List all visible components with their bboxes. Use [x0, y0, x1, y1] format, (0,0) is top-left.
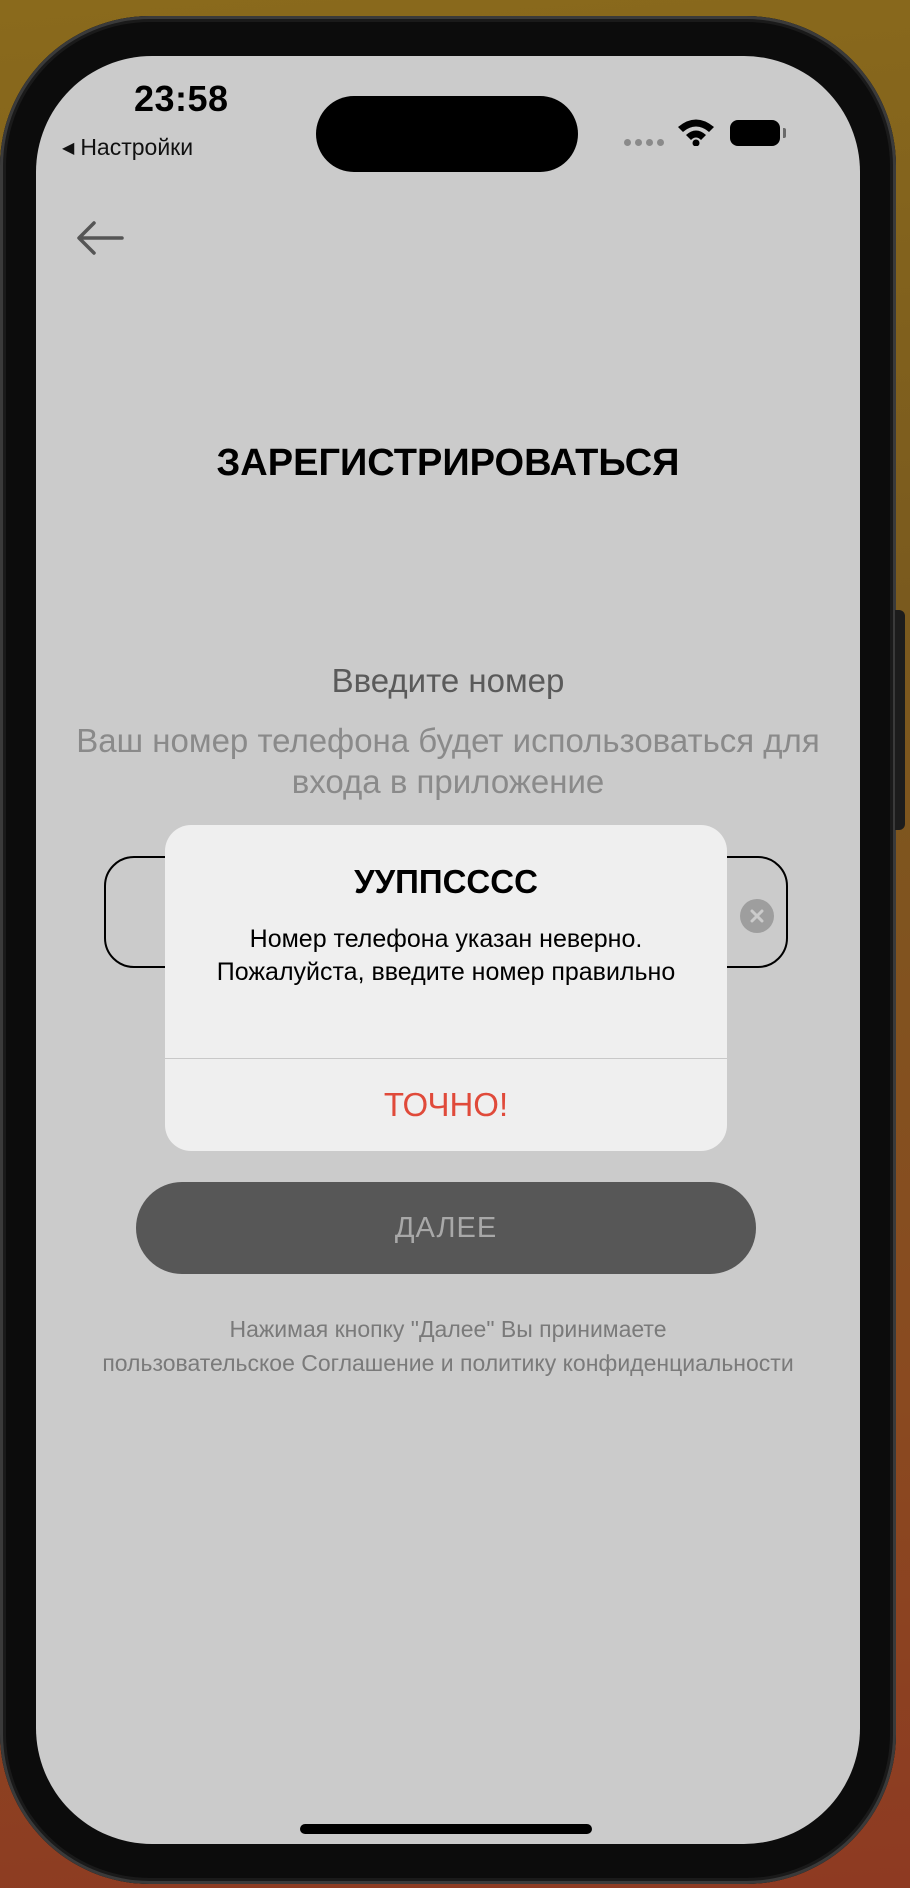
back-triangle-icon: ◀	[62, 139, 75, 157]
battery-icon	[730, 120, 786, 146]
status-time: 23:58	[134, 78, 229, 119]
page-hint: Ваш номер телефона будет использоваться …	[76, 722, 820, 800]
back-to-app-link[interactable]: ◀ Настройки	[62, 134, 193, 161]
clear-circle-icon	[750, 909, 764, 923]
back-to-app-label: Настройки	[80, 134, 194, 160]
next-button[interactable]: ДАЛЕЕ	[136, 1182, 756, 1274]
app-screen: 23:58 ◀ Настройки ЗАРЕГИСТРИРОВАТЬСЯ Вве…	[36, 56, 860, 1844]
arrow-left-icon	[77, 221, 124, 255]
home-indicator[interactable]	[300, 1824, 592, 1834]
cellular-signal-icon	[624, 139, 664, 146]
legal-text-line1: Нажимая кнопку "Далее" Вы принимаете	[229, 1316, 667, 1342]
legal-notice: Нажимая кнопку "Далее" Вы принимаете пол…	[46, 1312, 850, 1380]
wifi-icon	[676, 116, 716, 151]
alert-ok-button[interactable]: ТОЧНО!	[165, 1059, 727, 1151]
alert-title: УУППСССС	[354, 863, 538, 900]
page-title: ЗАРЕГИСТРИРОВАТЬСЯ	[216, 442, 680, 484]
side-button	[895, 610, 905, 830]
dynamic-island	[316, 96, 578, 172]
phone-frame: 23:58 ◀ Настройки ЗАРЕГИСТРИРОВАТЬСЯ Вве…	[0, 16, 896, 1884]
legal-text-line2[interactable]: пользовательское Соглашение и политику к…	[46, 1346, 850, 1380]
back-button[interactable]	[70, 208, 130, 268]
error-alert: УУППСССС Номер телефона указан неверно. …	[165, 825, 727, 1151]
clear-input-button[interactable]	[740, 899, 774, 933]
page-subtitle: Введите номер	[331, 662, 565, 699]
alert-message: Номер телефона указан неверно. Пожалуйст…	[216, 925, 676, 986]
